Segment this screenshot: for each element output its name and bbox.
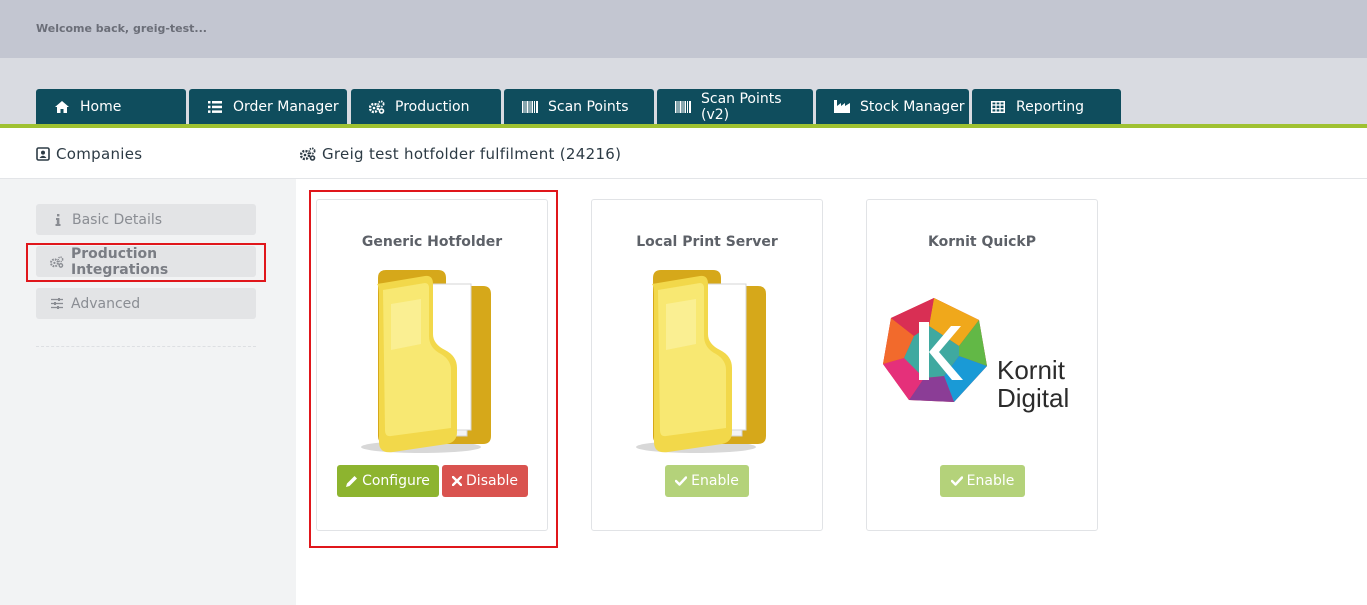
highlight-box-sidebar xyxy=(26,243,266,282)
tab-label: Order Manager xyxy=(233,98,339,115)
button-label: Enable xyxy=(966,473,1015,489)
integration-heading: Greig test hotfolder fulfilment (24216) xyxy=(300,145,621,163)
sidebar-item-advanced[interactable]: Advanced xyxy=(36,288,256,319)
list-icon xyxy=(207,100,223,114)
kornit-logo-word-2: Digital xyxy=(997,383,1070,413)
top-bar: Welcome back, greig-test... xyxy=(0,0,1367,58)
kornit-logo-text: Kornit Digital xyxy=(997,356,1069,412)
industry-icon xyxy=(834,100,850,114)
cogs-icon xyxy=(369,100,385,114)
tab-stock-manager[interactable]: Stock Manager xyxy=(816,89,969,124)
folder-icon xyxy=(608,264,798,456)
tab-label: Production xyxy=(395,98,470,115)
welcome-text: Welcome back, greig-test... xyxy=(36,22,207,35)
info-icon xyxy=(53,213,63,226)
sidebar-item-basic-details[interactable]: Basic Details xyxy=(36,204,256,235)
company-title: Greig test hotfolder fulfilment (24216) xyxy=(322,145,622,163)
tab-label: Reporting xyxy=(1016,98,1085,115)
enable-button[interactable]: Enable xyxy=(665,465,749,497)
tab-label: Home xyxy=(80,98,122,115)
kornit-logo: Kornit Digital xyxy=(879,296,1089,416)
contact-card-icon xyxy=(36,147,50,161)
barcode-icon xyxy=(522,100,538,114)
tab-scan-points[interactable]: Scan Points xyxy=(504,89,654,124)
table-icon xyxy=(990,100,1006,114)
highlight-box-card xyxy=(309,190,558,548)
tab-scan-points-v2[interactable]: Scan Points (v2) xyxy=(657,89,813,124)
tab-label: Scan Points (v2) xyxy=(701,90,782,123)
tab-reporting[interactable]: Reporting xyxy=(972,89,1121,124)
integration-card-local-print-server: Local Print Server Enable xyxy=(591,199,823,531)
sidebar-item-label: Advanced xyxy=(71,295,141,312)
check-icon xyxy=(675,476,688,486)
kornit-logo-word-1: Kornit xyxy=(997,355,1065,385)
integration-card-kornit-quickp: Kornit QuickP Kornit Digital Enable xyxy=(866,199,1098,531)
tab-label: Scan Points xyxy=(548,98,629,115)
companies-heading: Companies xyxy=(36,145,142,163)
check-icon xyxy=(950,476,963,486)
home-icon xyxy=(54,100,70,114)
tab-production[interactable]: Production xyxy=(351,89,501,124)
card-title: Local Print Server xyxy=(636,234,778,250)
tab-label: Stock Manager xyxy=(860,98,965,115)
sidebar-item-label: Basic Details xyxy=(72,211,163,228)
card-title: Kornit QuickP xyxy=(928,234,1036,250)
companies-title: Companies xyxy=(56,145,143,163)
barcode-icon xyxy=(675,100,691,114)
sidebar-divider xyxy=(36,346,256,347)
enable-button[interactable]: Enable xyxy=(940,465,1025,497)
sub-header: Companies Greig test hotfolder fulfilmen… xyxy=(0,128,1367,179)
button-label: Enable xyxy=(691,473,739,489)
tab-order-manager[interactable]: Order Manager xyxy=(189,89,347,124)
sliders-icon xyxy=(51,298,63,309)
cogs-icon xyxy=(300,147,316,161)
tab-home[interactable]: Home xyxy=(36,89,186,124)
